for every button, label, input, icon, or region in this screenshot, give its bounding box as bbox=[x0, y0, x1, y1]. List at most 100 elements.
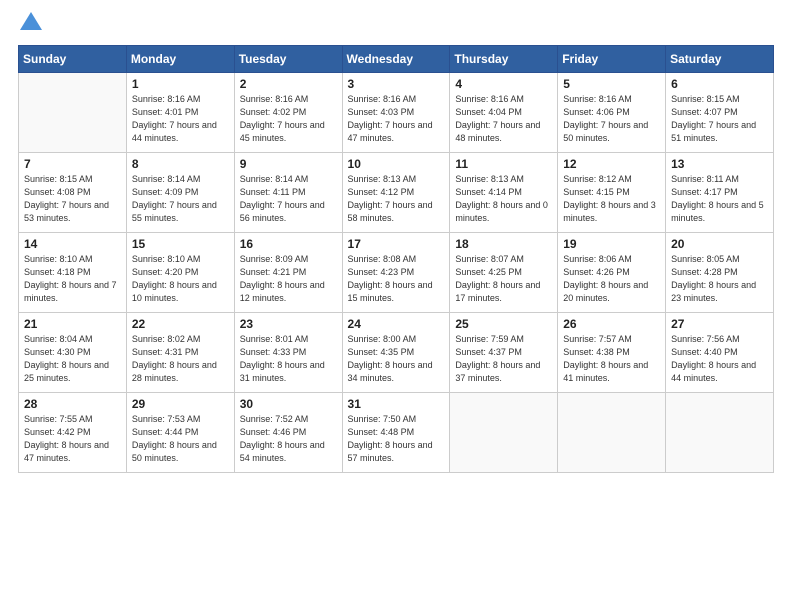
day-cell: 8 Sunrise: 8:14 AMSunset: 4:09 PMDaylight… bbox=[126, 153, 234, 233]
day-info: Sunrise: 7:57 AMSunset: 4:38 PMDaylight:… bbox=[563, 333, 660, 385]
day-cell: 11 Sunrise: 8:13 AMSunset: 4:14 PMDayligh… bbox=[450, 153, 558, 233]
day-number: 26 bbox=[563, 317, 660, 331]
day-number: 18 bbox=[455, 237, 552, 251]
day-cell: 22 Sunrise: 8:02 AMSunset: 4:31 PMDayligh… bbox=[126, 313, 234, 393]
day-cell: 10 Sunrise: 8:13 AMSunset: 4:12 PMDayligh… bbox=[342, 153, 450, 233]
day-info: Sunrise: 8:04 AMSunset: 4:30 PMDaylight:… bbox=[24, 333, 121, 385]
day-info: Sunrise: 7:55 AMSunset: 4:42 PMDaylight:… bbox=[24, 413, 121, 465]
day-info: Sunrise: 8:14 AMSunset: 4:09 PMDaylight:… bbox=[132, 173, 229, 225]
day-info: Sunrise: 8:15 AMSunset: 4:08 PMDaylight:… bbox=[24, 173, 121, 225]
day-info: Sunrise: 8:14 AMSunset: 4:11 PMDaylight:… bbox=[240, 173, 337, 225]
day-cell: 14 Sunrise: 8:10 AMSunset: 4:18 PMDayligh… bbox=[19, 233, 127, 313]
day-info: Sunrise: 8:06 AMSunset: 4:26 PMDaylight:… bbox=[563, 253, 660, 305]
day-info: Sunrise: 8:10 AMSunset: 4:20 PMDaylight:… bbox=[132, 253, 229, 305]
day-cell: 15 Sunrise: 8:10 AMSunset: 4:20 PMDayligh… bbox=[126, 233, 234, 313]
day-info: Sunrise: 7:53 AMSunset: 4:44 PMDaylight:… bbox=[132, 413, 229, 465]
day-cell: 27 Sunrise: 7:56 AMSunset: 4:40 PMDayligh… bbox=[666, 313, 774, 393]
day-cell: 18 Sunrise: 8:07 AMSunset: 4:25 PMDayligh… bbox=[450, 233, 558, 313]
week-row-2: 7 Sunrise: 8:15 AMSunset: 4:08 PMDaylight… bbox=[19, 153, 774, 233]
day-info: Sunrise: 8:11 AMSunset: 4:17 PMDaylight:… bbox=[671, 173, 768, 225]
day-cell: 24 Sunrise: 8:00 AMSunset: 4:35 PMDayligh… bbox=[342, 313, 450, 393]
day-cell: 1Sunrise: 8:16 AMSunset: 4:01 PMDaylight… bbox=[126, 73, 234, 153]
day-cell: 16Sunrise: 8:09 AMSunset: 4:21 PMDayligh… bbox=[234, 233, 342, 313]
weekday-header-saturday: Saturday bbox=[666, 46, 774, 73]
day-number: 11 bbox=[455, 157, 552, 171]
day-info: Sunrise: 8:10 AMSunset: 4:18 PMDaylight:… bbox=[24, 253, 121, 305]
day-info: Sunrise: 8:13 AMSunset: 4:12 PMDaylight:… bbox=[348, 173, 445, 225]
day-cell: 2Sunrise: 8:16 AMSunset: 4:02 PMDaylight… bbox=[234, 73, 342, 153]
day-number: 10 bbox=[348, 157, 445, 171]
day-info: Sunrise: 8:01 AMSunset: 4:33 PMDaylight:… bbox=[240, 333, 337, 385]
day-info: Sunrise: 8:16 AMSunset: 4:04 PMDaylight:… bbox=[455, 93, 552, 145]
day-number: 6 bbox=[671, 77, 768, 91]
day-info: Sunrise: 8:09 AMSunset: 4:21 PMDaylight:… bbox=[240, 253, 337, 305]
weekday-header-sunday: Sunday bbox=[19, 46, 127, 73]
day-cell: 21Sunrise: 8:04 AMSunset: 4:30 PMDayligh… bbox=[19, 313, 127, 393]
day-info: Sunrise: 8:07 AMSunset: 4:25 PMDaylight:… bbox=[455, 253, 552, 305]
day-info: Sunrise: 7:52 AMSunset: 4:46 PMDaylight:… bbox=[240, 413, 337, 465]
day-number: 29 bbox=[132, 397, 229, 411]
day-cell: 5 Sunrise: 8:16 AMSunset: 4:06 PMDaylight… bbox=[558, 73, 666, 153]
day-cell: 31 Sunrise: 7:50 AMSunset: 4:48 PMDayligh… bbox=[342, 393, 450, 473]
day-info: Sunrise: 8:15 AMSunset: 4:07 PMDaylight:… bbox=[671, 93, 768, 145]
calendar-page: SundayMondayTuesdayWednesdayThursdayFrid… bbox=[0, 0, 792, 612]
day-info: Sunrise: 8:16 AMSunset: 4:01 PMDaylight:… bbox=[132, 93, 229, 145]
day-number: 30 bbox=[240, 397, 337, 411]
day-cell: 13 Sunrise: 8:11 AMSunset: 4:17 PMDayligh… bbox=[666, 153, 774, 233]
day-cell: 4Sunrise: 8:16 AMSunset: 4:04 PMDaylight… bbox=[450, 73, 558, 153]
day-cell: 26 Sunrise: 7:57 AMSunset: 4:38 PMDayligh… bbox=[558, 313, 666, 393]
day-cell: 19 Sunrise: 8:06 AMSunset: 4:26 PMDayligh… bbox=[558, 233, 666, 313]
weekday-header-row: SundayMondayTuesdayWednesdayThursdayFrid… bbox=[19, 46, 774, 73]
day-info: Sunrise: 7:50 AMSunset: 4:48 PMDaylight:… bbox=[348, 413, 445, 465]
day-number: 13 bbox=[671, 157, 768, 171]
day-info: Sunrise: 7:56 AMSunset: 4:40 PMDaylight:… bbox=[671, 333, 768, 385]
day-cell bbox=[558, 393, 666, 473]
weekday-header-friday: Friday bbox=[558, 46, 666, 73]
weekday-header-thursday: Thursday bbox=[450, 46, 558, 73]
day-number: 12 bbox=[563, 157, 660, 171]
day-info: Sunrise: 8:13 AMSunset: 4:14 PMDaylight:… bbox=[455, 173, 552, 225]
day-info: Sunrise: 8:16 AMSunset: 4:03 PMDaylight:… bbox=[348, 93, 445, 145]
day-number: 31 bbox=[348, 397, 445, 411]
day-number: 27 bbox=[671, 317, 768, 331]
day-cell bbox=[19, 73, 127, 153]
day-cell: 20Sunrise: 8:05 AMSunset: 4:28 PMDayligh… bbox=[666, 233, 774, 313]
day-cell: 23 Sunrise: 8:01 AMSunset: 4:33 PMDayligh… bbox=[234, 313, 342, 393]
day-cell: 9 Sunrise: 8:14 AMSunset: 4:11 PMDaylight… bbox=[234, 153, 342, 233]
day-number: 19 bbox=[563, 237, 660, 251]
day-number: 8 bbox=[132, 157, 229, 171]
week-row-5: 28 Sunrise: 7:55 AMSunset: 4:42 PMDayligh… bbox=[19, 393, 774, 473]
day-cell: 28 Sunrise: 7:55 AMSunset: 4:42 PMDayligh… bbox=[19, 393, 127, 473]
day-number: 28 bbox=[24, 397, 121, 411]
day-number: 5 bbox=[563, 77, 660, 91]
weekday-header-wednesday: Wednesday bbox=[342, 46, 450, 73]
day-cell: 12 Sunrise: 8:12 AMSunset: 4:15 PMDayligh… bbox=[558, 153, 666, 233]
week-row-4: 21Sunrise: 8:04 AMSunset: 4:30 PMDayligh… bbox=[19, 313, 774, 393]
day-cell: 29 Sunrise: 7:53 AMSunset: 4:44 PMDayligh… bbox=[126, 393, 234, 473]
day-number: 24 bbox=[348, 317, 445, 331]
day-cell bbox=[450, 393, 558, 473]
day-number: 9 bbox=[240, 157, 337, 171]
day-number: 7 bbox=[24, 157, 121, 171]
day-info: Sunrise: 8:16 AMSunset: 4:02 PMDaylight:… bbox=[240, 93, 337, 145]
day-number: 15 bbox=[132, 237, 229, 251]
day-cell: 25Sunrise: 7:59 AMSunset: 4:37 PMDayligh… bbox=[450, 313, 558, 393]
day-info: Sunrise: 8:12 AMSunset: 4:15 PMDaylight:… bbox=[563, 173, 660, 225]
logo bbox=[18, 18, 42, 35]
day-number: 20 bbox=[671, 237, 768, 251]
day-number: 17 bbox=[348, 237, 445, 251]
day-info: Sunrise: 8:16 AMSunset: 4:06 PMDaylight:… bbox=[563, 93, 660, 145]
day-cell: 7 Sunrise: 8:15 AMSunset: 4:08 PMDaylight… bbox=[19, 153, 127, 233]
day-number: 23 bbox=[240, 317, 337, 331]
day-number: 22 bbox=[132, 317, 229, 331]
day-number: 14 bbox=[24, 237, 121, 251]
day-cell: 30 Sunrise: 7:52 AMSunset: 4:46 PMDayligh… bbox=[234, 393, 342, 473]
day-cell: 3Sunrise: 8:16 AMSunset: 4:03 PMDaylight… bbox=[342, 73, 450, 153]
day-cell bbox=[666, 393, 774, 473]
day-number: 25 bbox=[455, 317, 552, 331]
day-info: Sunrise: 8:00 AMSunset: 4:35 PMDaylight:… bbox=[348, 333, 445, 385]
weekday-header-tuesday: Tuesday bbox=[234, 46, 342, 73]
day-info: Sunrise: 8:02 AMSunset: 4:31 PMDaylight:… bbox=[132, 333, 229, 385]
day-cell: 17Sunrise: 8:08 AMSunset: 4:23 PMDayligh… bbox=[342, 233, 450, 313]
week-row-1: 1Sunrise: 8:16 AMSunset: 4:01 PMDaylight… bbox=[19, 73, 774, 153]
